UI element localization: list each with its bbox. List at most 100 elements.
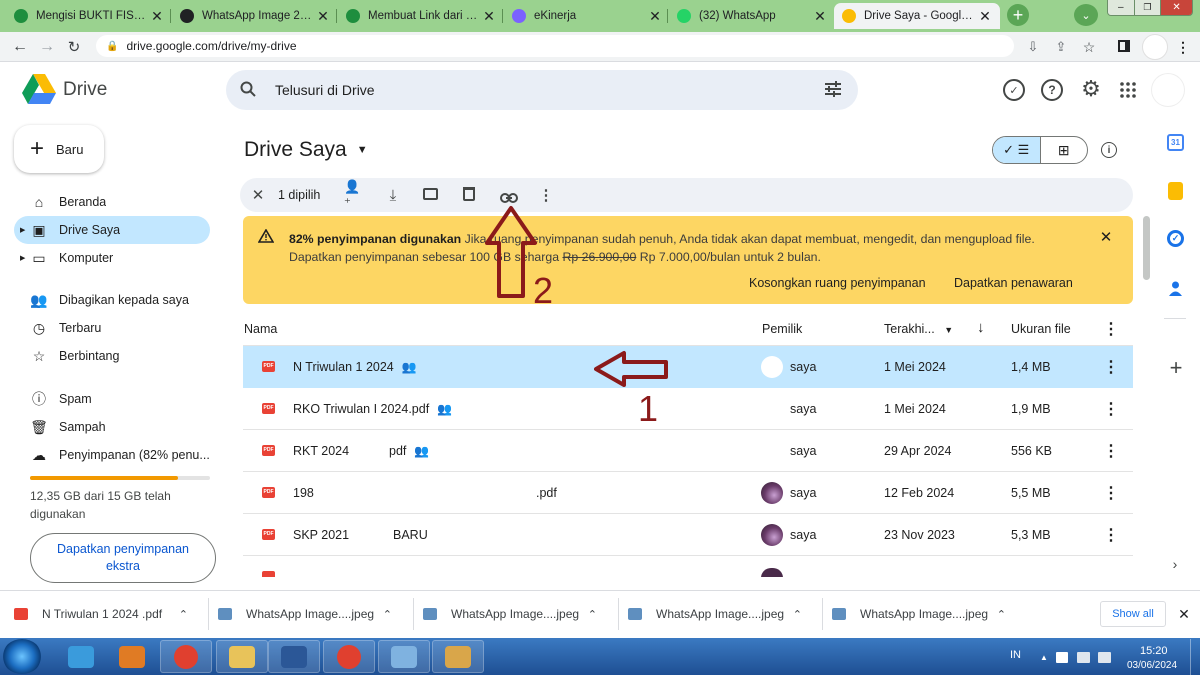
tab-close-icon[interactable]: ✕ <box>482 8 496 25</box>
download-item[interactable]: WhatsApp Image....jpeg ⌃ <box>423 590 613 638</box>
bookmark-star-icon[interactable]: ☆ <box>1080 38 1098 56</box>
download-item[interactable]: WhatsApp Image....jpeg ⌃ <box>628 590 818 638</box>
taskbar-app-button[interactable] <box>323 640 375 673</box>
action-center-icon[interactable] <box>1056 652 1068 663</box>
clock-time[interactable]: 15:20 <box>1140 645 1168 657</box>
browser-tab[interactable]: WhatsApp Image 2024- ✕ <box>172 3 338 29</box>
sidebar-item-sampah[interactable]: 🗑 Sampah <box>14 413 210 441</box>
browser-tab[interactable]: Drive Saya - Google Drive ✕ <box>834 3 1000 29</box>
account-avatar[interactable] <box>1152 74 1184 106</box>
help-icon[interactable]: ? <box>1041 79 1063 101</box>
row-more-icon[interactable]: ⋮ <box>1103 525 1119 545</box>
banner-close-icon[interactable]: ✕ <box>1097 228 1115 246</box>
new-button[interactable]: + Baru <box>14 125 104 173</box>
expand-panel-icon[interactable]: › <box>1168 555 1182 573</box>
download-item[interactable]: N Triwulan 1 2024 .pdf ⌃ <box>14 590 204 638</box>
file-row[interactable]: PDF SKP 2021 BARU saya 23 Nov 2023 5,3 MB ⋮ <box>243 514 1133 556</box>
file-row[interactable]: PDF N Triwulan 1 2024 👥 saya 1 Mei 2024 1,4 M… <box>243 346 1133 388</box>
info-icon[interactable]: i <box>1101 142 1117 158</box>
profile-avatar[interactable] <box>1142 34 1168 60</box>
calendar-icon[interactable]: 31 <box>1167 134 1184 151</box>
grid-view-button[interactable]: ⊞ <box>1041 137 1088 163</box>
tasks-icon[interactable]: ✓ <box>1167 230 1184 247</box>
search-options-icon[interactable] <box>824 81 842 97</box>
sidebar-item-dibagikan-kepada-saya[interactable]: 👥 Dibagikan kepada saya <box>14 286 210 314</box>
tab-close-icon[interactable]: ✕ <box>978 8 992 25</box>
chevron-up-icon[interactable]: ⌃ <box>997 608 1006 621</box>
show-desktop-button[interactable] <box>1190 639 1200 675</box>
taskbar-app-button[interactable] <box>432 640 484 673</box>
side-panel-icon[interactable] <box>1118 40 1130 52</box>
keyboard-language[interactable]: IN <box>1010 649 1021 661</box>
apps-grid-icon[interactable] <box>1120 82 1136 98</box>
row-more-icon[interactable]: ⋮ <box>1103 483 1119 503</box>
chevron-up-icon[interactable]: ⌃ <box>793 608 802 621</box>
keep-icon[interactable] <box>1168 182 1183 200</box>
minimize-button[interactable]: – <box>1108 0 1134 15</box>
col-name[interactable]: Nama <box>244 322 277 336</box>
get-storage-button[interactable]: Dapatkan penyimpanan ekstra <box>30 533 216 583</box>
reload-icon[interactable]: ↻ <box>64 37 84 57</box>
browser-tab[interactable]: (32) WhatsApp ✕ <box>669 3 835 29</box>
drive-logo-icon[interactable] <box>22 74 56 104</box>
tray-arrow-icon[interactable]: ▲ <box>1038 651 1050 663</box>
back-icon[interactable]: ← <box>10 37 30 57</box>
ready-offline-icon[interactable]: ✓ <box>1003 79 1025 101</box>
forward-icon[interactable]: → <box>37 37 57 57</box>
sidebar-item-berbintang[interactable]: ☆ Berbintang <box>14 342 210 370</box>
sidebar-item-komputer[interactable]: ▶ ▭ Komputer <box>14 244 210 272</box>
maximize-button[interactable]: ❐ <box>1133 0 1161 15</box>
clear-selection-icon[interactable]: ✕ <box>249 185 267 205</box>
browser-tab[interactable]: Mengisi BUKTI FISIK dan ✕ <box>6 3 172 29</box>
col-owner[interactable]: Pemilik <box>762 322 802 336</box>
taskbar-app-button[interactable] <box>160 640 212 673</box>
free-up-space-link[interactable]: Kosongkan ruang penyimpanan <box>749 276 926 290</box>
move-folder-icon[interactable] <box>423 188 438 200</box>
download-icon[interactable]: ⤓ <box>383 185 403 205</box>
sidebar-item-penyimpanan-82-penu[interactable]: ☁ Penyimpanan (82% penu... <box>14 441 210 469</box>
file-row[interactable]: PDF 198 .pdf saya 12 Feb 2024 5,5 MB ⋮ <box>243 472 1133 514</box>
expand-caret-icon[interactable]: ▶ <box>20 254 25 262</box>
install-icon[interactable]: ⇩ <box>1024 38 1042 56</box>
browser-tab[interactable]: Membuat Link dari Drive ✕ <box>338 3 504 29</box>
sidebar-item-drive-saya[interactable]: ▶ ▣ Drive Saya <box>14 216 210 244</box>
download-item[interactable]: WhatsApp Image....jpeg ⌃ <box>218 590 408 638</box>
browser-tab[interactable]: eKinerja ✕ <box>504 3 670 29</box>
volume-icon[interactable] <box>1098 652 1111 663</box>
page-title[interactable]: Drive Saya ▼ <box>244 138 368 162</box>
taskbar-app-button[interactable] <box>378 640 430 673</box>
scrollbar-thumb[interactable] <box>1143 216 1150 280</box>
trash-icon[interactable] <box>463 187 475 201</box>
taskbar-app-button[interactable] <box>55 640 107 673</box>
file-row[interactable]: PDF RKT 2024 pdf 👥 saya 29 Apr 2024 556 KB ⋮ <box>243 430 1133 472</box>
search-input[interactable]: Telusuri di Drive <box>275 82 375 98</box>
tab-search-button[interactable]: ⌄ <box>1074 4 1098 26</box>
sidebar-item-terbaru[interactable]: ◷ Terbaru <box>14 314 210 342</box>
sidebar-item-spam[interactable]: ⓘ Spam <box>14 385 210 413</box>
row-more-icon[interactable]: ⋮ <box>1103 357 1119 377</box>
tab-close-icon[interactable]: ✕ <box>150 8 164 25</box>
taskbar-app-button[interactable] <box>268 640 320 673</box>
tab-close-icon[interactable]: ✕ <box>316 8 330 25</box>
expand-caret-icon[interactable]: ▶ <box>20 226 25 234</box>
taskbar-app-button[interactable] <box>216 640 268 673</box>
start-button[interactable] <box>2 639 42 674</box>
browser-menu-icon[interactable]: ⋮ <box>1176 38 1190 56</box>
share-page-icon[interactable]: ⇪ <box>1052 38 1070 56</box>
tab-close-icon[interactable]: ✕ <box>813 8 827 25</box>
download-item[interactable]: WhatsApp Image....jpeg ⌃ <box>832 590 1022 638</box>
chevron-up-icon[interactable]: ⌃ <box>383 608 392 621</box>
file-row[interactable]: PDF RKO Triwulan I 2024.pdf 👥 saya 1 Mei 202… <box>243 388 1133 430</box>
sort-arrow-icon[interactable]: ↓ <box>977 319 985 336</box>
share-add-person-icon[interactable]: 👤⁺ <box>344 179 364 210</box>
close-downloads-icon[interactable]: ✕ <box>1175 605 1193 623</box>
network-icon[interactable] <box>1077 652 1090 663</box>
omnibox[interactable]: 🔒 drive.google.com/drive/my-drive <box>96 35 1014 57</box>
add-addon-icon[interactable]: + <box>1166 355 1186 380</box>
get-offer-link[interactable]: Dapatkan penawaran <box>954 276 1073 290</box>
col-size[interactable]: Ukuran file <box>1011 322 1071 336</box>
chevron-up-icon[interactable]: ⌃ <box>179 608 188 621</box>
copy-link-icon[interactable] <box>500 190 518 203</box>
row-more-icon[interactable]: ⋮ <box>1103 441 1119 461</box>
list-view-button[interactable]: ✓ ☰ <box>993 137 1041 163</box>
